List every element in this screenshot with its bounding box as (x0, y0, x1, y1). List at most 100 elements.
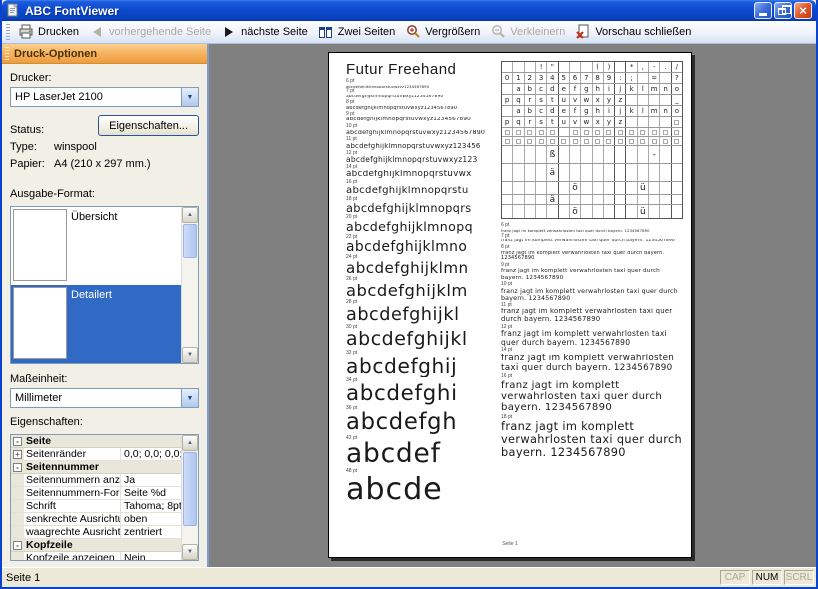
output-format-scrollbar[interactable]: ▲ ▼ (181, 207, 198, 363)
char-cell (604, 137, 615, 145)
char-cell (570, 128, 581, 136)
font-size-sample: 34 ptabcdefghi (346, 378, 498, 405)
zoom-in-icon (405, 24, 421, 40)
font-size-sample: 12 ptabcdefghijklmnopqrstuvwxyz123 (346, 151, 498, 164)
char-cell (593, 128, 604, 136)
output-format-item-uebersicht[interactable]: Übersicht (11, 207, 181, 285)
print-button[interactable]: Drucken (14, 22, 85, 42)
output-format-label: Ausgabe-Format: (10, 188, 199, 200)
property-row-seitennummern-format[interactable]: Seitennummern-FormatSeite %d (11, 487, 181, 500)
num-lock-indicator: NUM (752, 570, 782, 585)
property-row-kopfzeile-anzeigen[interactable]: Kopfzeile anzeigenNein (11, 552, 181, 560)
char-cell: ß (547, 146, 558, 163)
print-preview-area[interactable]: Futur Freehand 6 ptabcdefghijklmnopqrstu… (209, 44, 816, 567)
previous-page-button[interactable]: vorhergehende Seite (85, 22, 217, 42)
toolbar: Drucken vorhergehende Seite nächste Seit… (2, 21, 816, 44)
char-cell (581, 128, 592, 136)
char-cell (626, 205, 637, 218)
property-row-schrift[interactable]: SchriftTahoma; 8pt (11, 500, 181, 513)
property-row-seite[interactable]: -Seite (11, 435, 181, 448)
chevron-down-icon[interactable]: ▼ (181, 88, 198, 106)
printer-label: Drucker: (10, 72, 199, 84)
toolbar-grip[interactable] (6, 24, 10, 40)
char-cell (502, 128, 513, 136)
scroll-up-icon[interactable]: ▲ (182, 435, 198, 451)
char-cell (547, 205, 558, 218)
properties-scrollbar[interactable]: ▲ ▼ (181, 435, 198, 560)
zoom-in-button[interactable]: Vergrößern (401, 22, 486, 42)
close-preview-icon (575, 24, 591, 40)
char-cell: u (559, 117, 570, 127)
sample-text: abcde (346, 475, 498, 506)
next-page-button[interactable]: nächste Seite (217, 22, 314, 42)
char-cell: e (559, 84, 570, 94)
pangram-samples-column: 6 ptfranz jagt im komplett verwahrlosten… (501, 223, 683, 458)
char-cell (502, 195, 513, 204)
char-cell (672, 205, 682, 218)
sample-text: franz jagt im komplett verwahrlosten tax… (501, 354, 683, 374)
char-cell: r (525, 117, 536, 127)
close-button[interactable]: × (794, 2, 812, 19)
zoom-out-icon (490, 24, 506, 40)
close-preview-button[interactable]: Vorschau schließen (571, 22, 697, 42)
output-format-item-detailert[interactable]: Detailert (11, 285, 181, 363)
zoom-out-button[interactable]: Verkleinern (486, 22, 571, 42)
panel-grip[interactable] (5, 47, 9, 61)
char-cell (672, 164, 682, 181)
row-gutter (11, 513, 24, 525)
char-cell (649, 195, 660, 204)
panel-title: Druck-Optionen (14, 48, 97, 60)
scroll-down-icon[interactable]: ▼ (182, 544, 198, 560)
pangram-sample: 14 ptfranz jagt im komplett verwahrloste… (501, 348, 683, 373)
collapse-icon[interactable]: - (13, 463, 22, 472)
char-cell (649, 137, 660, 145)
char-cell: l (638, 106, 649, 116)
char-cell (559, 62, 570, 72)
property-row-kopfzeile[interactable]: -Kopfzeile (11, 539, 181, 552)
char-cell (525, 128, 536, 136)
property-row-seitenr-nder[interactable]: +Seitenränder0,0; 0,0; 0,0; (11, 448, 181, 461)
printer-select[interactable]: HP LaserJet 2100 ▼ (10, 87, 199, 107)
char-cell (638, 128, 649, 136)
char-cell (536, 164, 547, 181)
char-cell (502, 137, 513, 145)
chevron-down-icon[interactable]: ▼ (181, 389, 198, 407)
minimize-button[interactable] (754, 2, 772, 19)
font-size-samples-column: 6 ptabcdefghijklmnopqrstuvwxyz1234567890… (346, 79, 498, 506)
char-cell (513, 205, 524, 218)
restore-button[interactable] (774, 2, 792, 19)
collapse-icon[interactable]: - (13, 437, 22, 446)
property-row-waagrechte-ausrichtung[interactable]: waagrechte Ausrichtungzentriert (11, 526, 181, 539)
char-cell: 5 (559, 73, 570, 83)
previous-page-label: vorhergehende Seite (109, 26, 211, 38)
two-pages-icon (318, 24, 334, 40)
char-cell: 2 (525, 73, 536, 83)
printer-properties-button[interactable]: Eigenschaften... (98, 115, 199, 136)
expand-icon[interactable]: + (13, 450, 22, 459)
property-value[interactable]: zentriert (121, 526, 181, 538)
scroll-up-icon[interactable]: ▲ (182, 207, 198, 223)
char-cell (513, 164, 524, 181)
char-cell (570, 164, 581, 181)
caps-lock-indicator: CAP (720, 570, 750, 585)
property-name: Seite (24, 435, 181, 447)
property-row-seitennummern-anzeigen[interactable]: Seitennummern anzeigenJa (11, 474, 181, 487)
property-row-senkrechte-ausrichtung[interactable]: senkrechte Ausrichtungoben (11, 513, 181, 526)
unit-select[interactable]: Millimeter ▼ (10, 388, 199, 408)
char-cell (525, 182, 536, 194)
property-value[interactable]: 0,0; 0,0; 0,0; (121, 448, 181, 460)
scrollbar-thumb[interactable] (183, 452, 197, 526)
scroll-down-icon[interactable]: ▼ (182, 347, 198, 363)
two-pages-button[interactable]: Zwei Seiten (314, 22, 401, 42)
collapse-icon[interactable]: - (13, 541, 22, 550)
property-value[interactable]: oben (121, 513, 181, 525)
property-value[interactable]: Tahoma; 8pt (121, 500, 181, 512)
property-value[interactable]: Nein (121, 552, 181, 560)
property-row-seitennummer[interactable]: -Seitennummer (11, 461, 181, 474)
property-value[interactable]: Ja (121, 474, 181, 486)
char-cell: r (525, 95, 536, 105)
char-cell (536, 182, 547, 194)
property-value[interactable]: Seite %d (121, 487, 181, 499)
scrollbar-thumb[interactable] (183, 224, 197, 258)
property-name: senkrechte Ausrichtung (24, 513, 121, 525)
